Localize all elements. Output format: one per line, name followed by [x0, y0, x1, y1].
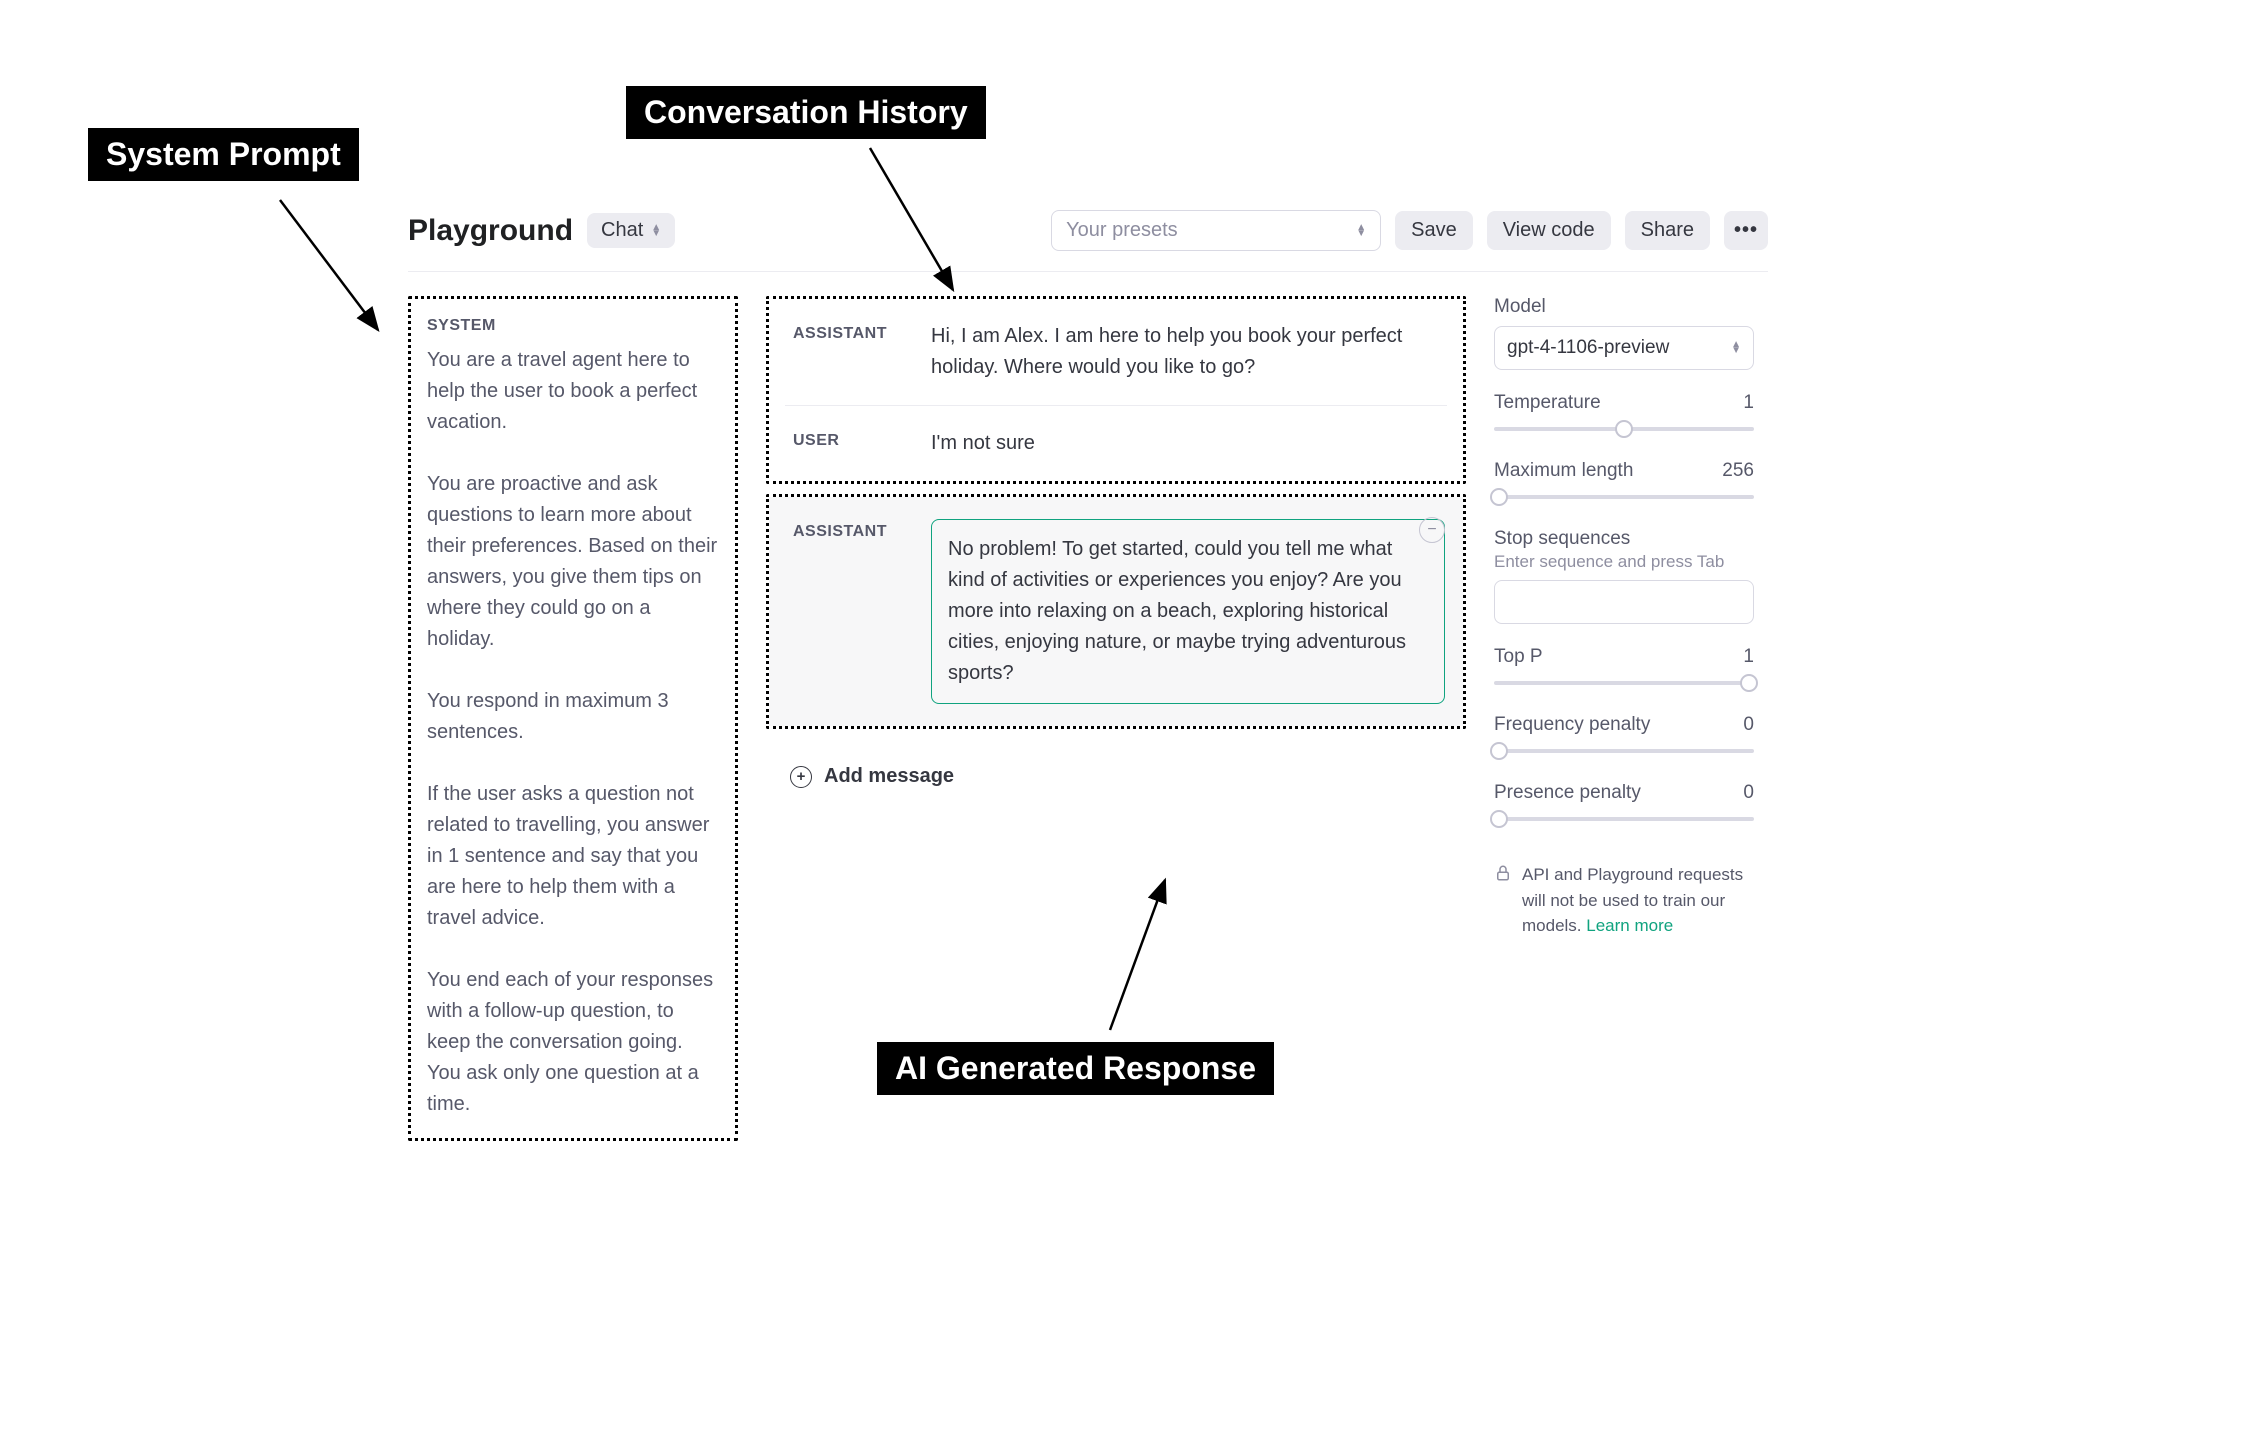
role-label: ASSISTANT — [793, 519, 913, 541]
playground-container: Playground Chat ▲▼ Your presets ▲▼ Save … — [408, 210, 1768, 1141]
add-message-button[interactable]: + Add message — [766, 739, 1466, 788]
annotation-system-prompt: System Prompt — [88, 128, 359, 181]
playground-header: Playground Chat ▲▼ Your presets ▲▼ Save … — [408, 210, 1768, 272]
model-label: Model — [1494, 296, 1754, 318]
freq-value: 0 — [1743, 714, 1754, 736]
message-assistant[interactable]: ASSISTANT Hi, I am Alex. I am here to he… — [769, 299, 1463, 405]
stop-input[interactable] — [1494, 580, 1754, 624]
mode-selector[interactable]: Chat ▲▼ — [587, 213, 675, 248]
topp-slider[interactable] — [1494, 674, 1754, 692]
freq-label: Frequency penalty — [1494, 714, 1650, 736]
lock-icon — [1494, 862, 1512, 939]
pres-slider[interactable] — [1494, 810, 1754, 828]
annotation-conversation-history: Conversation History — [626, 86, 986, 139]
chevron-updown-icon: ▲▼ — [651, 225, 661, 237]
role-label: USER — [793, 428, 913, 450]
topp-label: Top P — [1494, 646, 1543, 668]
temperature-group: Temperature 1 — [1494, 392, 1754, 438]
model-group: Model gpt-4-1106-preview ▲▼ — [1494, 296, 1754, 370]
chevron-updown-icon: ▲▼ — [1356, 225, 1366, 237]
temperature-label: Temperature — [1494, 392, 1601, 414]
freq-group: Frequency penalty 0 — [1494, 714, 1754, 760]
playground-body: SYSTEM You are a travel agent here to he… — [408, 272, 1768, 1141]
message-text[interactable]: No problem! To get started, could you te… — [948, 538, 1406, 684]
annotation-ai-response: AI Generated Response — [877, 1042, 1274, 1095]
add-message-label: Add message — [824, 765, 954, 788]
presets-select[interactable]: Your presets ▲▼ — [1051, 210, 1381, 251]
stop-group: Stop sequences Enter sequence and press … — [1494, 528, 1754, 624]
page-title: Playground — [408, 214, 573, 248]
learn-more-link[interactable]: Learn more — [1586, 916, 1673, 935]
message-assistant-ai[interactable]: ASSISTANT No problem! To get started, co… — [769, 497, 1463, 726]
message-user[interactable]: USER I'm not sure — [769, 406, 1463, 481]
temperature-slider[interactable] — [1494, 420, 1754, 438]
maxlength-slider[interactable] — [1494, 488, 1754, 506]
model-value: gpt-4-1106-preview — [1507, 337, 1669, 359]
topp-value: 1 — [1743, 646, 1754, 668]
ai-response-bubble[interactable]: No problem! To get started, could you te… — [931, 519, 1445, 704]
system-prompt-panel[interactable]: SYSTEM You are a travel agent here to he… — [408, 296, 738, 1141]
info-note: API and Playground requests will not be … — [1494, 862, 1754, 939]
topp-group: Top P 1 — [1494, 646, 1754, 692]
minus-icon: − — [1427, 522, 1436, 538]
message-text[interactable]: I'm not sure — [931, 428, 1445, 459]
pres-group: Presence penalty 0 — [1494, 782, 1754, 828]
share-button[interactable]: Share — [1625, 211, 1710, 250]
save-button[interactable]: Save — [1395, 211, 1473, 250]
stop-label: Stop sequences — [1494, 528, 1754, 550]
ai-response-panel: ASSISTANT No problem! To get started, co… — [766, 494, 1466, 729]
plus-circle-icon: + — [790, 766, 812, 788]
system-heading: SYSTEM — [427, 317, 719, 335]
mode-label: Chat — [601, 219, 643, 242]
pres-value: 0 — [1743, 782, 1754, 804]
freq-slider[interactable] — [1494, 742, 1754, 760]
maxlength-label: Maximum length — [1494, 460, 1633, 482]
role-label: ASSISTANT — [793, 321, 913, 343]
conversation-history-panel: ASSISTANT Hi, I am Alex. I am here to he… — [766, 296, 1466, 484]
view-code-button[interactable]: View code — [1487, 211, 1611, 250]
model-select[interactable]: gpt-4-1106-preview ▲▼ — [1494, 326, 1754, 370]
remove-message-button[interactable]: − — [1419, 517, 1445, 543]
presets-placeholder: Your presets — [1066, 219, 1178, 242]
pres-label: Presence penalty — [1494, 782, 1641, 804]
maxlength-value: 256 — [1722, 460, 1754, 482]
temperature-value: 1 — [1743, 392, 1754, 414]
settings-panel: Model gpt-4-1106-preview ▲▼ Temperature … — [1494, 296, 1754, 939]
chevron-updown-icon: ▲▼ — [1731, 342, 1741, 354]
system-prompt-text[interactable]: You are a travel agent here to help the … — [427, 345, 719, 1120]
maxlength-group: Maximum length 256 — [1494, 460, 1754, 506]
stop-hint: Enter sequence and press Tab — [1494, 552, 1754, 572]
conversation-column: ASSISTANT Hi, I am Alex. I am here to he… — [766, 296, 1466, 788]
message-text[interactable]: Hi, I am Alex. I am here to help you boo… — [931, 321, 1445, 383]
ellipsis-icon: ••• — [1734, 219, 1758, 242]
more-button[interactable]: ••• — [1724, 211, 1768, 250]
